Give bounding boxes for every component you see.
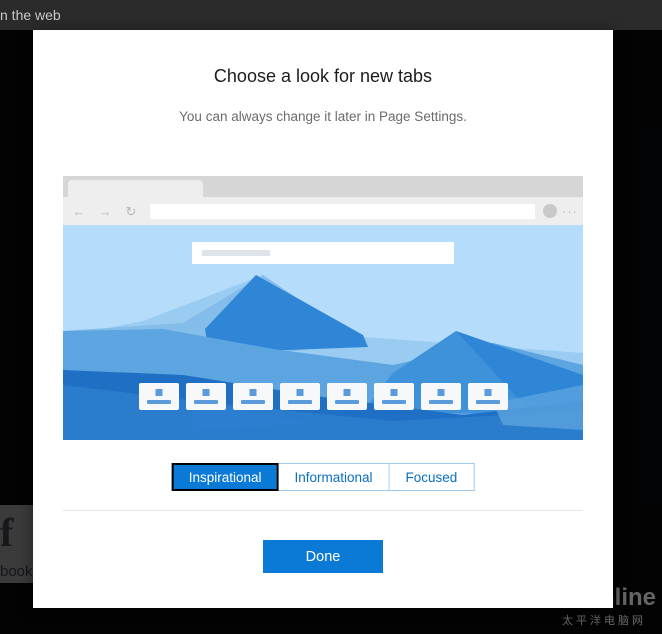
new-tab-preview: ← → ↻ ··· bbox=[63, 176, 583, 440]
site-tile-icon bbox=[343, 389, 350, 396]
site-tile-icon bbox=[484, 389, 491, 396]
preview-active-tab bbox=[68, 180, 203, 197]
facebook-logo-icon: f bbox=[0, 510, 14, 555]
done-button[interactable]: Done bbox=[263, 540, 383, 573]
preview-toolbar: ← → ↻ ··· bbox=[63, 197, 583, 225]
footer-divider bbox=[63, 510, 583, 511]
preview-address-bar bbox=[150, 203, 535, 219]
style-option-informational[interactable]: Informational bbox=[278, 463, 390, 491]
choose-look-dialog: Choose a look for new tabs You can alway… bbox=[33, 30, 613, 608]
site-tile bbox=[326, 383, 367, 410]
dialog-subtitle: You can always change it later in Page S… bbox=[179, 109, 467, 124]
site-tile-icon bbox=[390, 389, 397, 396]
site-tile bbox=[185, 383, 226, 410]
inspirational-wallpaper bbox=[63, 225, 583, 440]
forward-arrow-icon: → bbox=[98, 203, 112, 219]
more-menu-icon: ··· bbox=[562, 203, 578, 219]
site-tile bbox=[279, 383, 320, 410]
site-tile bbox=[467, 383, 508, 410]
search-placeholder-bar bbox=[202, 250, 270, 256]
style-option-focused[interactable]: Focused bbox=[389, 463, 475, 491]
site-tile-label bbox=[381, 400, 406, 404]
background-topbar: n the web bbox=[0, 0, 662, 30]
site-tile-icon bbox=[296, 389, 303, 396]
site-tile-icon bbox=[155, 389, 162, 396]
facebook-tile-label: book bbox=[0, 563, 33, 580]
site-tile-label bbox=[334, 400, 359, 404]
watermark-subtitle: 太平洋电脑网 bbox=[561, 615, 646, 627]
site-tile-label bbox=[240, 400, 265, 404]
background-topbar-text: n the web bbox=[0, 7, 61, 23]
profile-avatar-icon bbox=[543, 204, 557, 218]
site-tile-label bbox=[428, 400, 453, 404]
site-tile bbox=[138, 383, 179, 410]
site-tile bbox=[420, 383, 461, 410]
site-tile-label bbox=[146, 400, 171, 404]
site-tile-label bbox=[475, 400, 500, 404]
style-option-group: Inspirational Informational Focused bbox=[171, 463, 475, 491]
site-tile bbox=[232, 383, 273, 410]
site-tile-label bbox=[287, 400, 312, 404]
reload-icon: ↻ bbox=[125, 203, 137, 219]
preview-tab-strip bbox=[63, 176, 583, 197]
style-option-inspirational[interactable]: Inspirational bbox=[171, 463, 279, 491]
preview-search-box bbox=[192, 242, 454, 264]
preview-site-tiles bbox=[63, 383, 583, 410]
dialog-title: Choose a look for new tabs bbox=[213, 66, 433, 86]
site-tile bbox=[373, 383, 414, 410]
site-tile-icon bbox=[202, 389, 209, 396]
site-tile-icon bbox=[437, 389, 444, 396]
site-tile-label bbox=[193, 400, 218, 404]
site-tile-icon bbox=[249, 389, 256, 396]
back-arrow-icon: ← bbox=[72, 203, 86, 219]
